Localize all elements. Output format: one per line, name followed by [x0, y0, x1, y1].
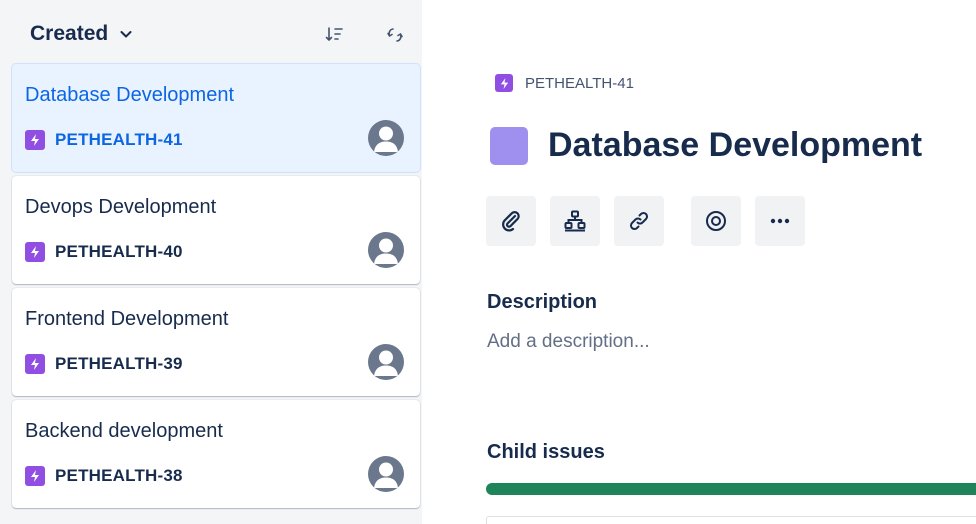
user-icon — [374, 350, 398, 376]
more-icon — [770, 218, 790, 224]
epic-icon — [25, 242, 45, 262]
issue-card[interactable]: Devops Development PETHEALTH-40 — [12, 176, 420, 284]
more-actions-button[interactable] — [755, 196, 805, 246]
issue-title-row: Database Development — [490, 126, 922, 165]
issue-card-key-row: PETHEALTH-38 — [25, 466, 183, 486]
refresh-button[interactable] — [384, 24, 406, 46]
issue-card-key[interactable]: PETHEALTH-41 — [55, 130, 183, 150]
epic-icon — [25, 466, 45, 486]
watch-icon — [706, 211, 726, 231]
child-issue-icon — [564, 210, 586, 232]
issue-card[interactable]: Frontend Development PETHEALTH-39 — [12, 288, 420, 396]
child-issues-panel — [486, 516, 976, 524]
assignee-avatar[interactable] — [368, 456, 404, 492]
epic-icon — [495, 74, 513, 92]
issue-card-key-row: PETHEALTH-39 — [25, 354, 183, 374]
assignee-avatar[interactable] — [368, 120, 404, 156]
assignee-avatar[interactable] — [368, 344, 404, 380]
issue-card-title: Frontend Development — [25, 308, 229, 330]
issue-card[interactable]: Backend development PETHEALTH-38 — [12, 400, 420, 508]
description-input[interactable]: Add a description... — [487, 331, 650, 353]
description-heading: Description — [487, 291, 598, 313]
epic-color-swatch — [490, 126, 528, 165]
link-issue-button[interactable] — [614, 196, 664, 246]
refresh-icon — [387, 28, 403, 42]
assignee-avatar[interactable] — [368, 232, 404, 268]
issue-card-title: Database Development — [25, 84, 235, 106]
breadcrumb: PETHEALTH-41 — [495, 74, 634, 92]
child-issues-heading: Child issues — [487, 441, 605, 463]
chevron-down-icon — [120, 31, 132, 38]
child-issues-progress-bar — [486, 483, 976, 495]
issue-card-key[interactable]: PETHEALTH-40 — [55, 242, 183, 262]
epic-icon — [25, 354, 45, 374]
sort-descending-icon — [325, 27, 343, 41]
issue-card-key-row: PETHEALTH-41 — [25, 130, 183, 150]
user-icon — [374, 462, 398, 488]
add-child-issue-button[interactable] — [550, 196, 600, 246]
issue-card-title: Backend development — [25, 420, 223, 442]
attachment-icon — [502, 211, 520, 232]
issue-title[interactable]: Database Development — [548, 126, 922, 165]
issue-list-header: Created — [0, 0, 422, 64]
sort-dropdown-label: Created — [30, 22, 109, 45]
user-icon — [374, 126, 398, 152]
watch-button[interactable] — [691, 196, 741, 246]
sort-dropdown[interactable]: Created — [30, 22, 134, 46]
attach-button[interactable] — [486, 196, 536, 246]
breadcrumb-issue-key[interactable]: PETHEALTH-41 — [525, 75, 634, 92]
issue-card[interactable]: Database Development PETHEALTH-41 — [12, 64, 420, 172]
issue-card-key-row: PETHEALTH-40 — [25, 242, 183, 262]
sort-order-button[interactable] — [324, 24, 346, 46]
link-icon — [629, 211, 649, 231]
user-icon — [374, 238, 398, 264]
epic-icon — [25, 130, 45, 150]
issue-card-key[interactable]: PETHEALTH-38 — [55, 466, 183, 486]
issue-card-title: Devops Development — [25, 196, 217, 218]
issue-card-key[interactable]: PETHEALTH-39 — [55, 354, 183, 374]
issue-list-panel: Created Database Development PETHEALTH-4 — [0, 0, 422, 524]
